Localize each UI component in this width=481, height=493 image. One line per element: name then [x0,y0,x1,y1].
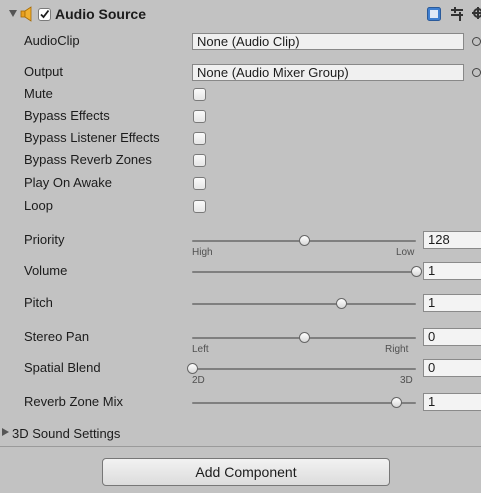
priority-slider-thumb[interactable] [299,235,310,246]
component-header: Audio Source [0,6,481,26]
play-on-awake-row: Play On Awake [0,175,481,193]
gear-icon[interactable] [472,7,481,21]
priority-value-field[interactable]: 128 [423,231,481,249]
bypass-reverb-zones-label: Bypass Reverb Zones [24,152,152,167]
component-title: Audio Source [55,6,147,22]
volume-label: Volume [24,263,68,278]
mute-row: Mute [0,86,481,104]
spatial-blend-row: Spatial Blend 0 2D 3D [0,359,481,389]
spatial-blend-label: Spatial Blend [24,360,101,375]
add-component-button[interactable]: Add Component [102,458,390,486]
reverb-zone-mix-label: Reverb Zone Mix [24,394,123,409]
stereo-pan-right-hint: Right [385,344,409,355]
audioclip-label: AudioClip [24,33,80,48]
spatial-blend-value-field[interactable]: 0 [423,359,481,377]
component-divider [0,446,481,447]
pitch-row: Pitch 1 [0,294,481,312]
volume-slider-track[interactable] [192,271,416,273]
output-field[interactable]: None (Audio Mixer Group) [192,64,464,81]
priority-label: Priority [24,232,65,247]
spatial-blend-2d-hint: 2D [192,375,205,386]
bypass-listener-effects-label: Bypass Listener Effects [24,130,160,145]
loop-checkbox[interactable] [193,200,206,213]
bypass-reverb-zones-checkbox[interactable] [193,154,206,167]
help-icon[interactable] [427,7,441,21]
bypass-reverb-zones-row: Bypass Reverb Zones [0,152,481,170]
mute-checkbox[interactable] [193,88,206,101]
volume-slider-thumb[interactable] [411,266,422,277]
3d-sound-settings-label: 3D Sound Settings [12,426,121,441]
reverb-zone-mix-row: Reverb Zone Mix 1 [0,393,481,411]
play-on-awake-label: Play On Awake [24,175,112,190]
bypass-effects-checkbox[interactable] [193,110,206,123]
3d-sound-settings-foldout[interactable]: 3D Sound Settings [0,425,481,443]
stereo-pan-value-field[interactable]: 0 [423,328,481,346]
pitch-slider-track[interactable] [192,303,416,305]
output-label: Output [24,64,64,79]
pitch-label: Pitch [24,295,53,310]
priority-high-hint: High [192,247,213,258]
stereo-pan-label: Stereo Pan [24,329,90,344]
spatial-blend-3d-hint: 3D [400,375,413,386]
preset-icon[interactable] [451,7,463,21]
stereo-pan-row: Stereo Pan 0 Left Right [0,328,481,358]
loop-row: Loop [0,198,481,216]
pitch-slider-thumb[interactable] [336,298,348,309]
stereo-pan-left-hint: Left [192,344,209,355]
reverb-zone-mix-slider-thumb[interactable] [390,397,402,408]
loop-label: Loop [24,198,53,213]
foldout-arrow-icon[interactable] [9,10,17,17]
priority-low-hint: Low [396,247,415,258]
mute-label: Mute [24,86,53,101]
foldout-arrow-icon[interactable] [2,428,9,436]
spatial-blend-slider-track[interactable] [192,368,416,370]
object-picker-icon[interactable] [472,68,481,77]
bypass-effects-row: Bypass Effects [0,108,481,126]
reverb-zone-mix-value-field[interactable]: 1 [423,393,481,411]
output-row: Output None (Audio Mixer Group) [0,64,481,82]
volume-value-field[interactable]: 1 [423,262,481,280]
volume-row: Volume 1 [0,262,481,280]
stereo-pan-slider-thumb[interactable] [299,332,310,343]
object-picker-icon[interactable] [472,37,481,46]
component-enabled-checkbox[interactable] [38,8,51,21]
audioclip-field[interactable]: None (Audio Clip) [192,33,464,50]
spatial-blend-slider-thumb[interactable] [187,363,198,374]
pitch-value-field[interactable]: 1 [423,294,481,312]
bypass-effects-label: Bypass Effects [24,108,110,123]
bypass-listener-effects-checkbox[interactable] [193,132,206,145]
audioclip-row: AudioClip None (Audio Clip) [0,33,481,51]
bypass-listener-effects-row: Bypass Listener Effects [0,130,481,148]
reverb-zone-mix-slider-track[interactable] [192,402,416,404]
priority-row: Priority 128 High Low [0,231,481,261]
play-on-awake-checkbox[interactable] [193,177,206,190]
audio-source-icon [20,6,32,22]
